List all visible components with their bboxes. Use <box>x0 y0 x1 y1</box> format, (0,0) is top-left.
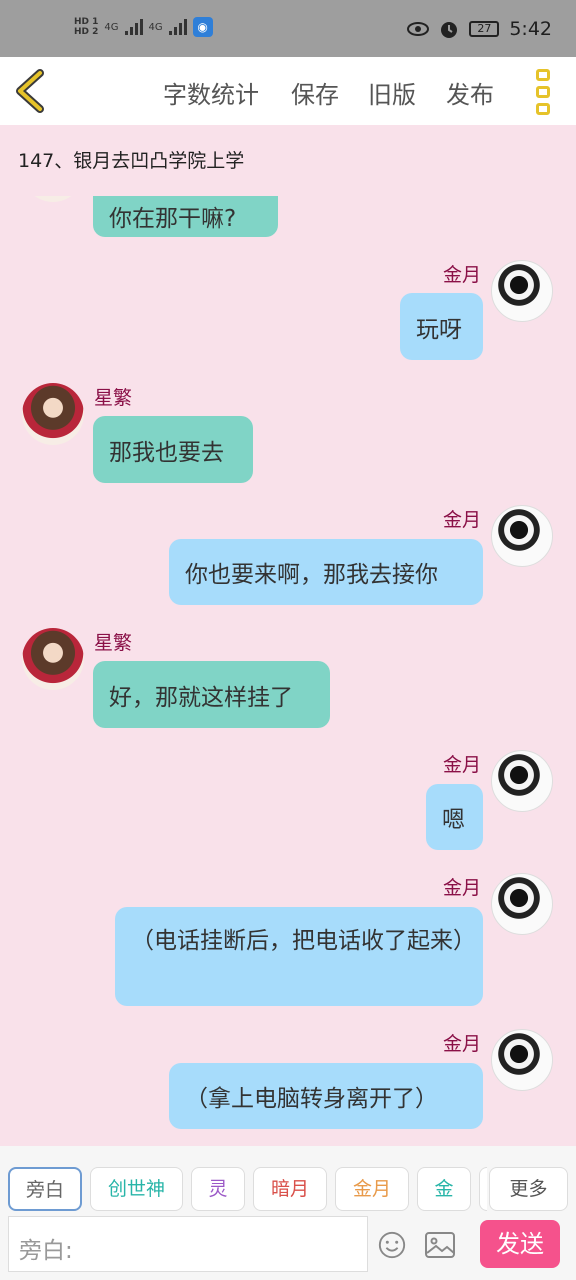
chat-area[interactable]: 你在那干嘛? 金月 玩呀 星繁 那我也要去 金月 你也要来啊，那我去接你 星繁 … <box>0 196 576 1146</box>
message-input[interactable]: 旁白: <box>8 1216 368 1272</box>
message-bubble[interactable]: 好，那就这样挂了 <box>93 661 330 728</box>
avatar-jinyue[interactable] <box>491 750 553 812</box>
avatar-xingfan[interactable] <box>22 196 84 202</box>
avatar-xingfan[interactable] <box>22 628 84 690</box>
more-roles-button[interactable]: 更多 <box>489 1167 568 1211</box>
image-icon[interactable] <box>424 1230 456 1260</box>
emoji-icon[interactable] <box>376 1230 408 1260</box>
sender-name: 金月 <box>443 1033 482 1055</box>
battery-indicator: 27 <box>469 21 500 37</box>
save-button[interactable]: 保存 <box>291 75 339 110</box>
role-chip-narrator[interactable]: 旁白 <box>8 1167 82 1211</box>
editor-toolbar: 字数统计 保存 旧版 发布 <box>0 57 576 125</box>
signal-bars-icon <box>124 19 143 35</box>
send-button[interactable]: 发送 <box>480 1220 560 1268</box>
role-chip[interactable]: 创世神 <box>90 1167 183 1211</box>
message-bubble[interactable]: 你在那干嘛? <box>93 196 278 237</box>
sender-name: 金月 <box>443 264 482 286</box>
signal1-label: 4G <box>104 21 119 33</box>
alarm-icon <box>441 22 458 38</box>
message-bubble[interactable]: 玩呀 <box>400 293 483 360</box>
role-chip[interactable]: 暗月 <box>253 1167 327 1211</box>
sender-name: 金月 <box>443 877 482 899</box>
word-count-button[interactable]: 字数统计 <box>163 75 259 110</box>
role-chip-partial[interactable] <box>479 1167 487 1211</box>
sim-indicators: HD 1 HD 2 <box>74 17 98 37</box>
menu-dots-icon[interactable] <box>536 69 554 115</box>
avatar-jinyue[interactable] <box>491 505 553 567</box>
sender-name: 星繁 <box>94 632 133 654</box>
sender-name: 金月 <box>443 754 482 776</box>
status-right: 27 5:42 <box>407 18 552 40</box>
message-bubble[interactable]: 嗯 <box>426 784 483 850</box>
role-selector-bar: 旁白 创世神 灵 暗月 金月 金 更多 <box>0 1146 576 1216</box>
old-version-button[interactable]: 旧版 <box>368 75 416 110</box>
role-chip[interactable]: 灵 <box>191 1167 245 1211</box>
avatar-jinyue[interactable] <box>491 873 553 935</box>
input-bar: 旁白: 发送 <box>0 1216 576 1280</box>
status-left: HD 1 HD 2 4G 4G ◉ <box>74 17 213 37</box>
chapter-title: 147、银月去凹凸学院上学 <box>18 150 245 172</box>
hd1-label: HD 1 <box>74 17 99 27</box>
back-chevron-icon[interactable] <box>12 69 52 113</box>
avatar-xingfan[interactable] <box>22 383 84 445</box>
signal-bars-icon <box>168 19 187 35</box>
message-bubble[interactable]: 那我也要去 <box>93 416 253 483</box>
hd2-label: HD 2 <box>74 27 99 37</box>
signal2-label: 4G <box>148 21 163 33</box>
sender-name: 金月 <box>443 509 482 531</box>
role-chip[interactable]: 金 <box>417 1167 471 1211</box>
status-bar: HD 1 HD 2 4G 4G ◉ 27 5:42 <box>0 0 576 57</box>
publish-button[interactable]: 发布 <box>446 75 494 110</box>
avatar-jinyue[interactable] <box>491 260 553 322</box>
avatar-jinyue[interactable] <box>491 1029 553 1091</box>
role-chip[interactable]: 金月 <box>335 1167 409 1211</box>
eye-icon <box>407 22 430 36</box>
wifi-icon: ◉ <box>192 17 213 37</box>
message-bubble[interactable]: （电话挂断后，把电话收了起来） <box>115 907 483 1006</box>
message-bubble[interactable]: （拿上电脑转身离开了） <box>169 1063 483 1129</box>
message-bubble[interactable]: 你也要来啊，那我去接你 <box>169 539 483 605</box>
clock: 5:42 <box>509 18 552 40</box>
sender-name: 星繁 <box>94 387 133 409</box>
